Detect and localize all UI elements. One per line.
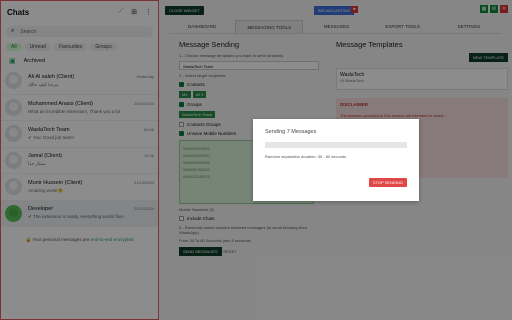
stop-sending-button[interactable]: STOP SENDING <box>368 178 407 187</box>
dialog-title: Sending 7 Messages <box>265 129 317 135</box>
progress-bar <box>265 142 407 148</box>
sending-dialog: Sending 7 Messages Random separation dur… <box>253 119 419 201</box>
dialog-note: Random separation duration: 30 - 60 seco… <box>265 154 347 159</box>
